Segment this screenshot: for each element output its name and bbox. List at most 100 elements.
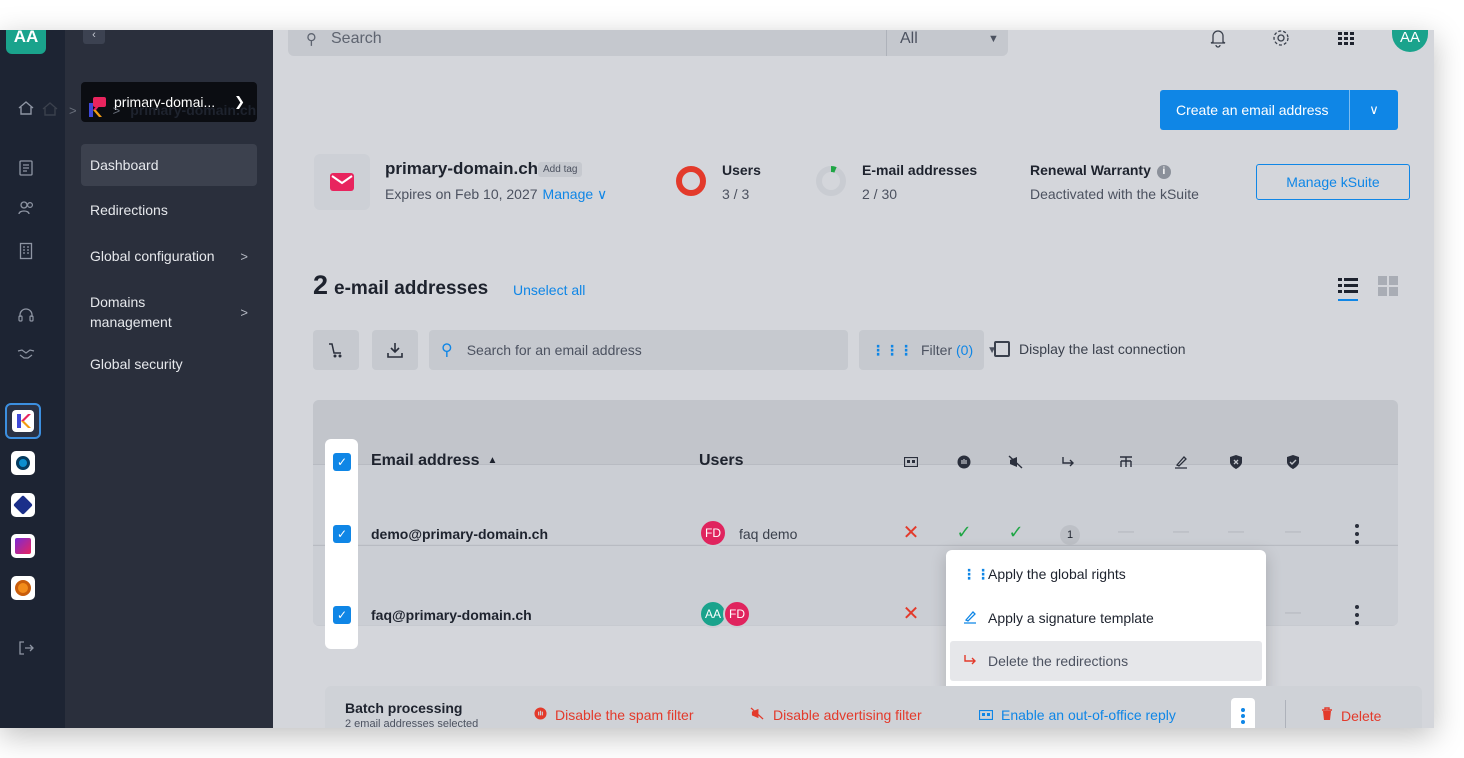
building-icon[interactable] bbox=[16, 241, 36, 261]
expiry-date: Expires on Feb 10, 2027 bbox=[385, 186, 538, 202]
filter-button[interactable]: ⋮⋮⋮ Filter (0) ▼ bbox=[859, 330, 997, 370]
user-avatar[interactable]: AA bbox=[6, 30, 46, 54]
collapse-sidebar-button[interactable]: ‹ bbox=[83, 30, 105, 44]
sidebar-item-redirections[interactable]: Redirections bbox=[81, 198, 257, 222]
spam-filter-icon bbox=[534, 707, 547, 723]
breadcrumb-separator-icon: > bbox=[112, 102, 121, 118]
search-scope-select[interactable]: All bbox=[900, 30, 918, 48]
emails-stat-title: E-mail addresses bbox=[862, 162, 978, 178]
out-of-office-icon bbox=[901, 452, 921, 472]
sidebar-item-label: Domains management bbox=[90, 294, 172, 330]
breadcrumb-separator-icon: > bbox=[69, 102, 77, 118]
row-checkbox[interactable]: ✓ bbox=[333, 525, 351, 543]
import-button[interactable] bbox=[372, 330, 418, 370]
users-usage-ring bbox=[676, 166, 706, 196]
menu-item-apply-signature-template[interactable]: Apply a signature template bbox=[950, 598, 1262, 638]
orange-app-icon[interactable] bbox=[11, 576, 35, 600]
logout-icon[interactable] bbox=[16, 638, 36, 658]
unselect-all-link[interactable]: Unselect all bbox=[513, 282, 585, 298]
select-all-checkbox[interactable]: ✓ bbox=[333, 453, 351, 471]
menu-item-apply-global-rights[interactable]: ⋮⋮ Apply the global rights bbox=[950, 554, 1262, 594]
sidebar-item-domains-management[interactable]: Domains management > bbox=[81, 290, 257, 334]
redirection-count-badge: 1 bbox=[1060, 525, 1080, 545]
redirection-icon bbox=[962, 653, 980, 670]
batch-more-actions-button[interactable] bbox=[1231, 698, 1255, 728]
status-none-icon: — bbox=[1285, 604, 1301, 621]
manage-subscription-link[interactable]: Manage ∨ bbox=[543, 186, 608, 202]
profile-avatar[interactable]: AA bbox=[1392, 30, 1428, 52]
add-tag-button[interactable]: Add tag bbox=[538, 162, 583, 177]
row-menu-button[interactable] bbox=[1351, 603, 1363, 627]
status-none-icon: — bbox=[1285, 523, 1301, 540]
domain-title: primary-domain.ch bbox=[385, 159, 539, 178]
breadcrumb-current: primary-domain.ch bbox=[130, 102, 257, 118]
column-header-email[interactable]: Email address ▲ bbox=[371, 452, 497, 470]
home-icon[interactable] bbox=[16, 98, 36, 118]
grid-view-icon[interactable] bbox=[1378, 276, 1398, 296]
sort-asc-icon: ▲ bbox=[487, 455, 498, 466]
advertising-filter-icon bbox=[1006, 452, 1026, 472]
app-rail: AA bbox=[0, 30, 65, 728]
shield-x-icon bbox=[1226, 452, 1246, 472]
users-icon[interactable] bbox=[16, 198, 36, 218]
kchat-app-icon[interactable] bbox=[11, 534, 35, 558]
global-search-placeholder: Search bbox=[331, 30, 382, 47]
info-icon[interactable]: i bbox=[1156, 165, 1171, 179]
create-email-dropdown-button[interactable]: ∨ bbox=[1350, 102, 1398, 118]
email-search-placeholder: Search for an email address bbox=[466, 342, 642, 358]
row-checkbox[interactable]: ✓ bbox=[333, 606, 351, 624]
status-enabled-icon: ✓ bbox=[1008, 521, 1024, 542]
disable-advertising-filter-button[interactable]: Disable advertising filter bbox=[750, 707, 922, 723]
support-icon[interactable] bbox=[16, 306, 36, 326]
display-last-connection-checkbox[interactable]: Display the last connection bbox=[994, 341, 1186, 357]
sliders-icon: ⋮⋮⋮ bbox=[871, 341, 913, 358]
sidebar-item-global-configuration[interactable]: Global configuration > bbox=[81, 244, 257, 268]
email-address[interactable]: demo@primary-domain.ch bbox=[371, 526, 548, 542]
menu-item-delete-redirections[interactable]: Delete the redirections bbox=[950, 641, 1262, 681]
create-email-button[interactable]: Create an email address bbox=[1160, 102, 1349, 118]
billing-icon[interactable] bbox=[16, 158, 36, 178]
app-window: AA ‹ primary-domai... ❯ Dashboard Redire… bbox=[0, 30, 1434, 728]
gear-icon[interactable] bbox=[1269, 30, 1293, 50]
top-bar: ⚲ Search All ▼ AA bbox=[273, 30, 1434, 60]
bell-icon[interactable] bbox=[1206, 30, 1230, 50]
new-address-cart-button[interactable] bbox=[313, 330, 359, 370]
sidebar-item-label: Global security bbox=[90, 356, 183, 372]
kmail-logo-icon[interactable] bbox=[87, 102, 103, 118]
envelope-icon bbox=[330, 173, 354, 191]
enable-out-of-office-button[interactable]: Enable an out-of-office reply bbox=[978, 707, 1176, 723]
kdrive-app-icon[interactable] bbox=[11, 451, 35, 475]
handshake-icon[interactable] bbox=[16, 344, 36, 364]
caret-down-icon: ▼ bbox=[988, 33, 999, 45]
signature-icon bbox=[1171, 452, 1191, 472]
emails-usage-ring bbox=[816, 166, 846, 196]
advertising-filter-icon bbox=[750, 707, 765, 723]
kmail-app-icon[interactable] bbox=[5, 403, 41, 439]
search-icon: ⚲ bbox=[441, 342, 453, 359]
sidebar-item-global-security[interactable]: Global security bbox=[81, 352, 257, 376]
avatar[interactable]: FD bbox=[699, 519, 727, 547]
sidebar-item-label: Global configuration bbox=[90, 248, 215, 264]
sidebar-item-label: Dashboard bbox=[90, 157, 159, 173]
status-disabled-icon: ✕ bbox=[902, 521, 920, 544]
breadcrumb: > > primary-domain.ch bbox=[41, 100, 256, 120]
global-search[interactable]: ⚲ Search All ▼ bbox=[288, 30, 1008, 56]
divider bbox=[1285, 700, 1286, 728]
list-view-icon[interactable] bbox=[1338, 276, 1358, 302]
status-none-icon: — bbox=[1228, 523, 1244, 540]
sidebar: ‹ primary-domai... ❯ Dashboard Redirecti… bbox=[65, 30, 273, 728]
email-search-input[interactable]: ⚲ Search for an email address bbox=[429, 330, 848, 370]
cube-app-icon[interactable] bbox=[11, 493, 35, 517]
manage-ksuite-button[interactable]: Manage kSuite bbox=[1256, 164, 1410, 200]
home-icon[interactable] bbox=[41, 100, 59, 121]
disable-spam-filter-button[interactable]: Disable the spam filter bbox=[534, 707, 694, 723]
sidebar-item-dashboard[interactable]: Dashboard bbox=[81, 144, 257, 186]
apps-grid-icon[interactable] bbox=[1334, 30, 1358, 50]
batch-processing-bar: Batch processing 2 email addresses selec… bbox=[325, 686, 1422, 728]
email-address[interactable]: faq@primary-domain.ch bbox=[371, 607, 532, 623]
row-menu-button[interactable] bbox=[1351, 522, 1363, 546]
checkbox-box[interactable] bbox=[994, 341, 1010, 357]
batch-delete-button[interactable]: Delete bbox=[1321, 707, 1381, 724]
status-none-icon: — bbox=[1173, 523, 1189, 540]
avatar[interactable]: FD bbox=[723, 600, 751, 628]
